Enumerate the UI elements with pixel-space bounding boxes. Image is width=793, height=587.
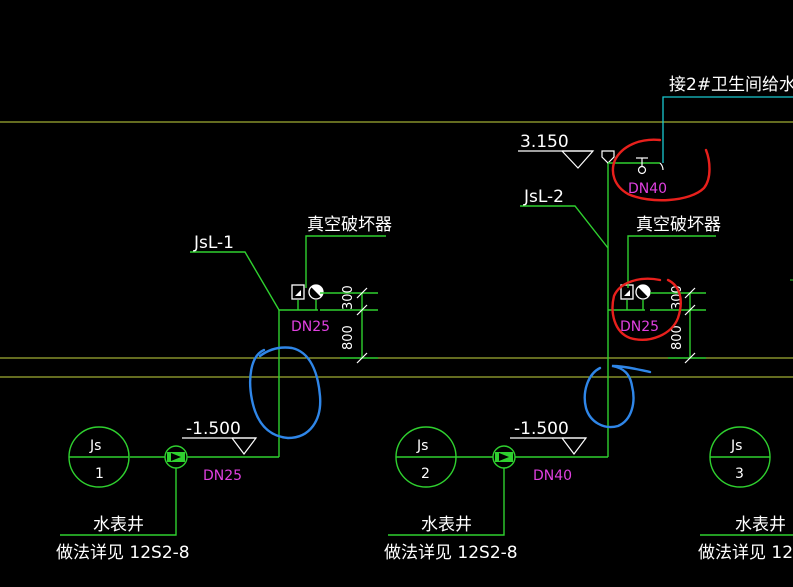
meter-tag-2: Js [416,438,428,454]
meter-well-label-2: 水表井 [421,515,472,535]
meter-well-label-3: 水表井 [735,515,786,535]
pipe-size-dn25-riser2: DN25 [620,319,659,335]
pipe-size-dn25-bottom: DN25 [203,468,242,484]
riser-1-label: JsL-1 [193,233,234,253]
detail-ref-3: 做法详见 12S [698,543,793,563]
pipe-size-dn25-riser1: DN25 [291,319,330,335]
elev-triangle-2 [561,437,588,455]
vacuum-breaker-icon-2 [620,284,634,300]
pipe-size-dn40-bottom: DN40 [533,468,572,484]
detail-ref-1: 做法详见 12S2-8 [56,543,190,563]
elevation-label-2: -1.500 [514,419,569,439]
top-bend [659,162,664,171]
meter-number-2: 2 [421,466,430,482]
pipe-size-dn40-top: DN40 [628,181,667,197]
meter-well-label-1: 水表井 [93,515,144,535]
vacuum-breaker-icon [291,284,305,300]
leader-jsl-2 [520,205,609,249]
connector-line [662,96,793,163]
vacuum-breaker-label-1: 真空破坏器 [307,215,392,235]
elev-triangle-1 [231,437,258,455]
meter-tag-3: Js [730,438,742,454]
water-supply-system-diagram: 真空破坏器 JsL-1 DN25 300 800 -1.500 DN25 Js … [0,75,793,563]
vacuum-breaker-label-2: 真空破坏器 [636,215,721,235]
top-air-valve-icon [601,150,615,164]
elevation-top-label: 3.150 [520,132,569,152]
system-1: 真空破坏器 JsL-1 DN25 300 800 -1.500 DN25 Js … [56,215,392,563]
meter-number-3: 3 [735,466,744,482]
dim-800-sys1: 800 [341,325,356,350]
dim-300-sys1: 300 [341,285,356,310]
elev-top-triangle [561,150,595,169]
leader-jsl-1 [190,251,280,311]
cad-drawing-canvas[interactable]: 真空破坏器 JsL-1 DN25 300 800 -1.500 DN25 Js … [0,0,793,587]
system-3: Js 3 水表井 做法详见 12S [698,426,793,563]
connect-note: 接2#卫生间给水 [669,75,793,95]
leader-vacuum-breaker-1 [305,235,386,288]
elevation-label-1: -1.500 [186,419,241,439]
blue-markup-2 [583,364,652,429]
blue-markup-1 [249,346,322,440]
meter-number-1: 1 [95,466,104,482]
riser-2-label: JsL-2 [523,187,564,207]
detail-ref-2: 做法详见 12S2-8 [384,543,518,563]
meter-tag-1: Js [89,438,101,454]
system-2: 真空破坏器 JsL-2 DN25 300 800 3.150 DN40 接2#卫… [384,75,793,563]
top-valve-circle-icon [637,165,647,175]
